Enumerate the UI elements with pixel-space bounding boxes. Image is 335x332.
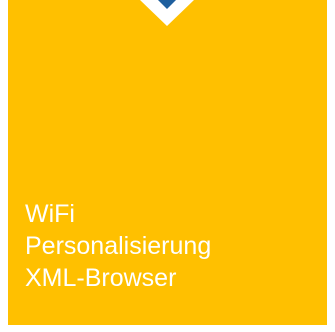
chevron-down-icon (158, 0, 176, 9)
feature-item-xml-browser: XML-Browser (25, 264, 177, 292)
feature-tile: WiFi Personalisierung XML-Browser (0, 0, 335, 332)
feature-item-personalisierung: Personalisierung (25, 232, 212, 260)
feature-list: WiFi Personalisierung XML-Browser (25, 198, 325, 294)
feature-item-wifi: WiFi (25, 200, 75, 228)
